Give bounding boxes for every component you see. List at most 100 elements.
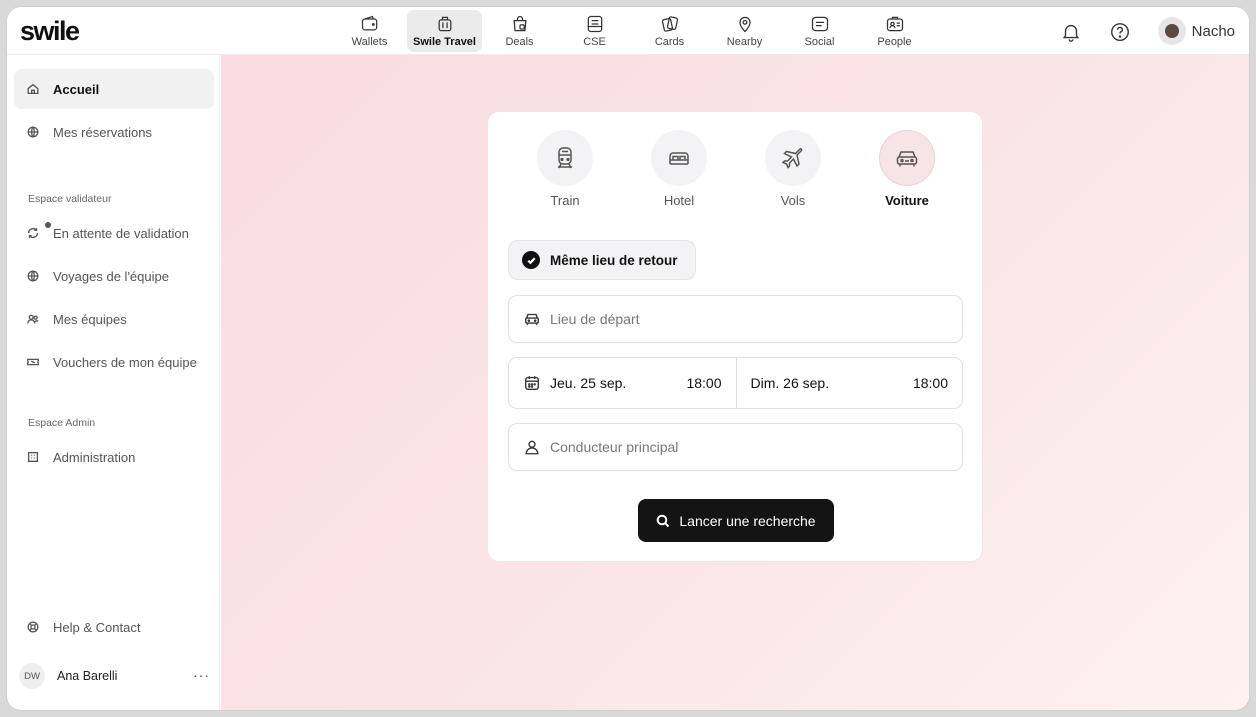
nav-item-nearby[interactable]: Nearby <box>707 10 782 52</box>
app-window: swile Wallets Swile Travel Deals CSE Car… <box>7 7 1249 710</box>
pickup-time: 18:00 <box>686 375 722 391</box>
luggage-icon <box>438 16 451 32</box>
checkmark-icon <box>527 256 536 264</box>
top-nav: Wallets Swile Travel Deals CSE Cards Nea… <box>332 10 932 52</box>
sidebar-item-label: Voyages de l'équipe <box>53 268 169 284</box>
profile-row[interactable]: DW Ana Barelli ··· <box>14 658 214 694</box>
sidebar-item-voyages-equipe[interactable]: Voyages de l'équipe <box>14 256 214 296</box>
sidebar-item-label: Accueil <box>53 81 100 97</box>
mode-tab-voiture[interactable]: Voiture <box>862 130 952 208</box>
plane-icon <box>781 148 803 169</box>
sidebar-item-administration[interactable]: Administration <box>14 437 214 477</box>
nav-item-swile-travel[interactable]: Swile Travel <box>407 10 482 52</box>
nav-item-cards[interactable]: Cards <box>632 10 707 52</box>
search-card: Train Hotel Vols Voiture Même lieu de re… <box>487 111 983 562</box>
checkbox-checked <box>522 251 540 269</box>
driver-input[interactable] <box>550 439 930 455</box>
notifications-button[interactable] <box>1060 21 1082 43</box>
more-options-icon[interactable]: ··· <box>193 667 210 683</box>
mode-bubble <box>879 130 935 186</box>
sidebar-item-label: Mes équipes <box>53 311 127 327</box>
avatar-face <box>1164 24 1179 38</box>
nav-label: CSE <box>583 36 606 48</box>
car-icon <box>525 313 539 325</box>
home-icon <box>27 83 39 95</box>
mode-bubble <box>537 130 593 186</box>
help-button[interactable] <box>1109 21 1131 43</box>
users-icon <box>27 314 39 324</box>
nav-label: Social <box>804 36 835 48</box>
chat-icon <box>811 16 828 32</box>
sidebar-item-label: Help & Contact <box>53 619 141 635</box>
car-icon <box>896 151 918 167</box>
sidebar-item-vouchers[interactable]: Vouchers de mon équipe <box>14 342 214 382</box>
main-content: Train Hotel Vols Voiture Même lieu de re… <box>221 55 1249 710</box>
nav-label: People <box>877 36 912 48</box>
sidebar-item-accueil[interactable]: Accueil <box>14 69 214 109</box>
departure-input[interactable] <box>550 311 930 327</box>
date-range-picker: Jeu. 25 sep. 18:00 Dim. 26 sep. 18:00 <box>508 357 963 409</box>
globe-icon <box>27 126 39 138</box>
bed-icon <box>669 152 689 165</box>
map-pin-icon <box>738 16 751 33</box>
sidebar: Accueil Mes réservations Espace validate… <box>7 55 220 710</box>
pickup-date: Jeu. 25 sep. <box>550 375 627 391</box>
nav-item-wallets[interactable]: Wallets <box>332 10 407 52</box>
train-icon <box>558 147 572 169</box>
nav-label: Deals <box>505 36 534 48</box>
swile-logo[interactable]: swile <box>20 16 80 47</box>
departure-field[interactable] <box>508 295 963 343</box>
travel-mode-tabs: Train Hotel Vols Voiture <box>488 130 982 210</box>
badge-icon <box>886 16 903 32</box>
sidebar-item-label: Vouchers de mon équipe <box>53 354 197 370</box>
dropoff-time: 18:00 <box>912 375 948 391</box>
same-return-checkbox[interactable]: Même lieu de retour <box>508 240 696 280</box>
user-menu[interactable]: Nacho <box>1157 16 1235 46</box>
mode-bubble <box>765 130 821 186</box>
globe-icon <box>27 270 39 282</box>
driver-field[interactable] <box>508 423 963 471</box>
mode-label: Train <box>550 193 580 208</box>
section-title-validator: Espace validateur <box>28 193 112 205</box>
nav-label: Nearby <box>726 36 763 48</box>
search-button[interactable]: Lancer une recherche <box>638 499 834 542</box>
checkbox-label: Même lieu de retour <box>550 252 678 268</box>
building-icon <box>27 451 39 463</box>
sidebar-item-en-attente[interactable]: En attente de validation <box>14 213 214 253</box>
search-button-label: Lancer une recherche <box>679 512 816 529</box>
nav-label: Swile Travel <box>413 36 476 48</box>
sidebar-item-label: En attente de validation <box>53 225 189 241</box>
bell-icon <box>1062 24 1080 42</box>
sidebar-item-mes-reservations[interactable]: Mes réservations <box>14 112 214 152</box>
mode-label: Hotel <box>663 193 695 208</box>
shopping-bag-icon <box>512 15 527 32</box>
cse-icon <box>587 15 602 33</box>
dropoff-date: Dim. 26 sep. <box>750 375 830 391</box>
sidebar-item-help-contact[interactable]: Help & Contact <box>14 607 214 647</box>
question-circle-icon <box>1111 23 1129 41</box>
mode-label: Vols <box>780 193 806 208</box>
nav-label: Wallets <box>351 36 388 48</box>
nav-item-cse[interactable]: CSE <box>557 10 632 52</box>
sidebar-item-label: Mes réservations <box>53 124 152 140</box>
sidebar-item-mes-equipes[interactable]: Mes équipes <box>14 299 214 339</box>
profile-initials: DW <box>19 663 45 689</box>
section-title-admin: Espace Admin <box>28 417 96 429</box>
mode-tab-hotel[interactable]: Hotel <box>634 130 724 208</box>
search-icon <box>657 514 670 527</box>
lifebuoy-icon <box>27 621 39 633</box>
calendar-icon <box>525 376 539 390</box>
user-name: Nacho <box>1191 22 1235 40</box>
nav-item-people[interactable]: People <box>857 10 932 52</box>
mode-label: Voiture <box>885 193 929 208</box>
mode-tab-train[interactable]: Train <box>520 130 610 208</box>
mode-tab-vols[interactable]: Vols <box>748 130 838 208</box>
pickup-datetime[interactable]: Jeu. 25 sep. 18:00 <box>509 358 736 408</box>
top-bar: swile Wallets Swile Travel Deals CSE Car… <box>7 7 1249 55</box>
nav-item-deals[interactable]: Deals <box>482 10 557 52</box>
dropoff-datetime[interactable]: Dim. 26 sep. 18:00 <box>735 358 963 408</box>
notification-dot <box>45 222 51 228</box>
profile-name: Ana Barelli <box>57 669 118 683</box>
nav-item-social[interactable]: Social <box>782 10 857 52</box>
wallet-icon <box>361 15 377 31</box>
